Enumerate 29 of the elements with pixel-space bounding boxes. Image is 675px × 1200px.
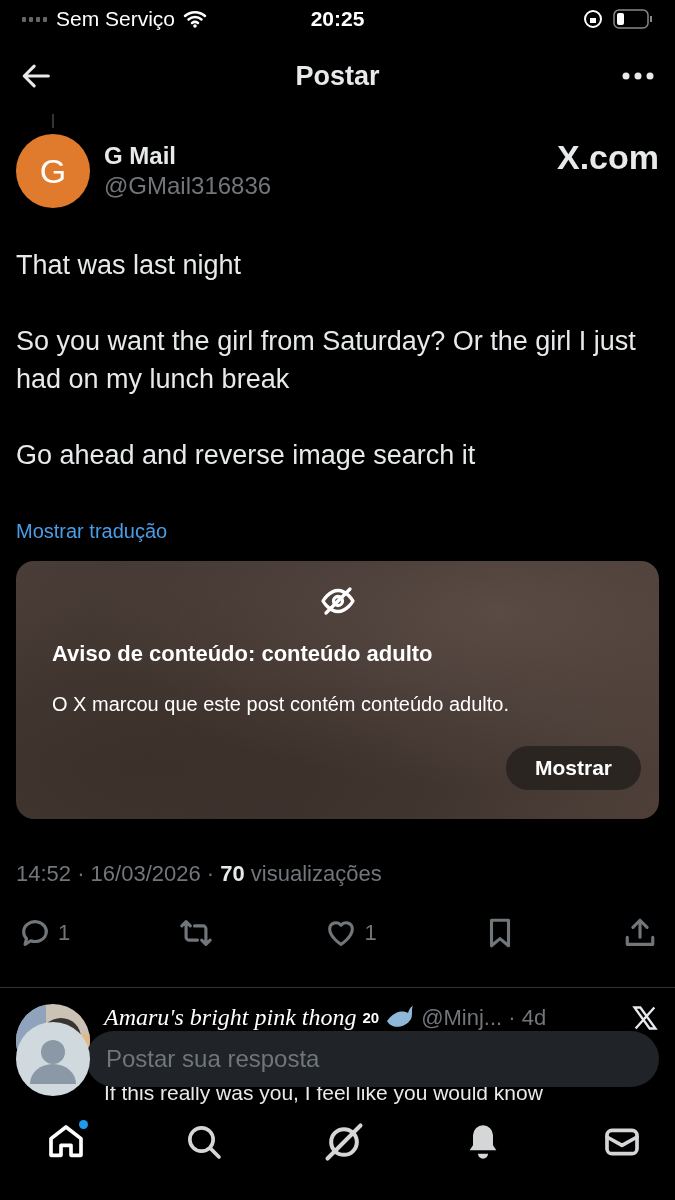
post-text: That was last night (16, 249, 243, 282)
notification-dot (79, 1119, 88, 1129)
author-name[interactable]: G Mail (104, 142, 543, 170)
reply-input[interactable]: Postar sua resposta (86, 1031, 659, 1087)
reply-handle[interactable]: @Minj... · 4d (421, 1004, 547, 1031)
reply-author-name[interactable]: Amaru's bright pink thong (104, 1004, 357, 1031)
reply-button[interactable]: 1 (18, 916, 71, 950)
warning-text: O X marcou que este post contém conteúdo adulto. (52, 693, 510, 716)
carrier-label: Sem Serviço (56, 7, 176, 31)
post-text: So you want the girl from Saturday? Or the girl I just had on my lunch break (16, 325, 637, 396)
rotation-lock-icon (583, 9, 603, 29)
warning-title: Aviso de conteúdo: conteúdo adulto (52, 641, 434, 667)
status-time: 20:25 (310, 7, 365, 31)
post-meta: 14:52 · 16/03/2026 · 70 visualizações (16, 861, 383, 887)
x-logo-icon (631, 1004, 659, 1032)
translate-link[interactable]: Mostrar tradução (16, 520, 168, 543)
post-text: Go ahead and reverse image search it (16, 439, 477, 472)
battery-icon (613, 9, 653, 29)
more-button[interactable] (621, 71, 655, 81)
superscript-number: 20 (362, 1009, 380, 1026)
author-avatar[interactable]: G (16, 134, 90, 208)
show-button[interactable]: Mostrar (505, 746, 641, 790)
source-logo: X.com (556, 138, 659, 177)
author-handle[interactable]: @GMail316836 (104, 172, 543, 200)
user-avatar[interactable] (16, 1022, 90, 1096)
page-title: Postar (294, 60, 381, 92)
like-button[interactable]: 1 (322, 916, 377, 950)
signal-icon (22, 15, 48, 23)
wifi-icon (183, 10, 208, 28)
